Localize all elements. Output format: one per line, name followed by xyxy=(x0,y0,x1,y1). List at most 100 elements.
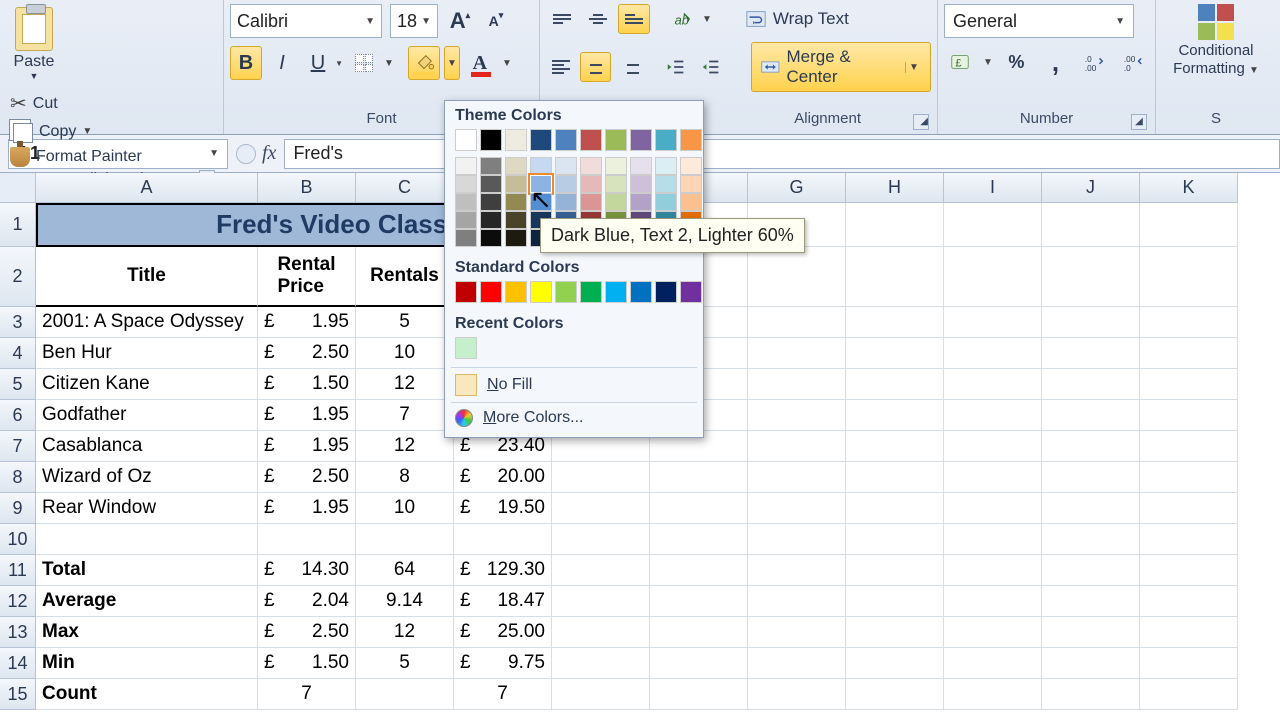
orientation-button[interactable]: ab xyxy=(666,4,698,34)
color-swatch[interactable] xyxy=(455,193,477,211)
formula-input[interactable]: Fred's xyxy=(284,139,1280,169)
align-top-button[interactable] xyxy=(546,4,578,34)
color-swatch[interactable] xyxy=(455,211,477,229)
color-swatch[interactable] xyxy=(505,229,527,247)
align-bottom-button[interactable] xyxy=(618,4,650,34)
font-size-combo[interactable]: 18 ▼ xyxy=(390,4,438,38)
no-fill-item[interactable]: No Fill xyxy=(445,370,703,400)
color-swatch[interactable] xyxy=(630,175,652,193)
color-swatch[interactable] xyxy=(455,129,477,151)
grow-font-button[interactable]: A▴ xyxy=(446,6,474,36)
decrease-decimal-button[interactable]: .00.0 xyxy=(1118,46,1149,78)
color-swatch[interactable] xyxy=(555,157,577,175)
percent-button[interactable]: % xyxy=(1001,46,1032,78)
color-swatch[interactable] xyxy=(605,281,627,303)
col-header[interactable]: G xyxy=(748,173,846,203)
more-colors-item[interactable]: More Colors... xyxy=(445,405,703,431)
color-swatch[interactable] xyxy=(455,175,477,193)
color-swatch[interactable] xyxy=(455,229,477,247)
color-swatch[interactable] xyxy=(630,157,652,175)
color-swatch[interactable] xyxy=(655,281,677,303)
color-swatch[interactable] xyxy=(605,193,627,211)
align-left-button[interactable] xyxy=(546,52,576,82)
color-swatch[interactable] xyxy=(505,129,527,151)
color-swatch[interactable] xyxy=(555,129,577,151)
color-swatch[interactable] xyxy=(505,193,527,211)
underline-button[interactable]: U▼ xyxy=(302,46,334,80)
col-header[interactable]: H xyxy=(846,173,944,203)
col-header[interactable]: A xyxy=(36,173,258,203)
bold-button[interactable]: B xyxy=(230,46,262,80)
color-swatch[interactable] xyxy=(480,175,502,193)
color-swatch[interactable] xyxy=(680,157,702,175)
decrease-indent-button[interactable] xyxy=(661,52,691,82)
color-swatch[interactable] xyxy=(505,175,527,193)
color-swatch[interactable] xyxy=(630,281,652,303)
merge-dropdown-icon[interactable]: ▼ xyxy=(905,62,922,73)
color-swatch[interactable] xyxy=(555,193,577,211)
font-color-dropdown[interactable]: ▼ xyxy=(500,58,514,69)
fx-icon[interactable]: fx xyxy=(262,142,276,165)
alignment-launcher[interactable]: ◢ xyxy=(913,114,929,130)
color-swatch[interactable] xyxy=(455,337,477,359)
fill-color-dropdown[interactable]: ▼ xyxy=(444,46,460,80)
color-swatch[interactable] xyxy=(530,281,552,303)
col-header[interactable]: I xyxy=(944,173,1042,203)
orientation-dropdown-icon[interactable]: ▼ xyxy=(702,14,712,25)
color-swatch[interactable] xyxy=(680,175,702,193)
col-header[interactable]: J xyxy=(1042,173,1140,203)
color-swatch[interactable] xyxy=(555,175,577,193)
comma-button[interactable]: , xyxy=(1040,46,1071,78)
paste-button[interactable]: Paste ▼ xyxy=(6,4,62,84)
color-swatch[interactable] xyxy=(530,175,552,193)
cut-button[interactable]: ✂ Cut xyxy=(6,90,217,117)
color-swatch[interactable] xyxy=(480,157,502,175)
color-swatch[interactable] xyxy=(455,281,477,303)
color-swatch[interactable] xyxy=(655,175,677,193)
merge-center-button[interactable]: Merge & Center ▼ xyxy=(751,42,931,92)
color-swatch[interactable] xyxy=(605,157,627,175)
color-swatch[interactable] xyxy=(480,281,502,303)
col-header[interactable]: B xyxy=(258,173,356,203)
copy-button[interactable]: Copy ▼ xyxy=(6,119,217,144)
color-swatch[interactable] xyxy=(480,129,502,151)
color-swatch[interactable] xyxy=(530,193,552,211)
font-color-button[interactable]: A xyxy=(464,46,496,80)
increase-decimal-button[interactable]: .0.00 xyxy=(1079,46,1110,78)
color-swatch[interactable] xyxy=(630,129,652,151)
font-name-combo[interactable]: Calibri ▼ xyxy=(230,4,382,38)
color-swatch[interactable] xyxy=(630,193,652,211)
number-format-combo[interactable]: General ▼ xyxy=(944,4,1134,38)
align-middle-button[interactable] xyxy=(582,4,614,34)
color-swatch[interactable] xyxy=(480,211,502,229)
color-swatch[interactable] xyxy=(480,193,502,211)
color-swatch[interactable] xyxy=(580,129,602,151)
cancel-icon[interactable] xyxy=(236,144,256,164)
color-swatch[interactable] xyxy=(530,157,552,175)
accounting-format-button[interactable]: £ xyxy=(944,46,975,78)
color-swatch[interactable] xyxy=(655,157,677,175)
color-swatch[interactable] xyxy=(680,193,702,211)
accounting-dropdown-icon[interactable]: ▼ xyxy=(983,57,993,68)
color-swatch[interactable] xyxy=(580,281,602,303)
shrink-font-button[interactable]: A▾ xyxy=(482,6,510,36)
borders-button[interactable] xyxy=(348,46,380,80)
color-swatch[interactable] xyxy=(680,281,702,303)
wrap-text-button[interactable]: Wrap Text xyxy=(738,5,856,33)
color-swatch[interactable] xyxy=(580,193,602,211)
color-swatch[interactable] xyxy=(680,129,702,151)
col-header[interactable]: C xyxy=(356,173,454,203)
color-swatch[interactable] xyxy=(605,175,627,193)
number-launcher[interactable]: ◢ xyxy=(1131,114,1147,130)
color-swatch[interactable] xyxy=(505,281,527,303)
color-swatch[interactable] xyxy=(580,175,602,193)
color-swatch[interactable] xyxy=(505,157,527,175)
color-swatch[interactable] xyxy=(605,129,627,151)
align-right-button[interactable] xyxy=(615,52,645,82)
color-swatch[interactable] xyxy=(480,229,502,247)
color-swatch[interactable] xyxy=(555,281,577,303)
conditional-formatting-button[interactable]: ConditionalFormatting ▼ xyxy=(1162,4,1270,80)
color-swatch[interactable] xyxy=(655,129,677,151)
col-header[interactable]: K xyxy=(1140,173,1238,203)
color-swatch[interactable] xyxy=(580,157,602,175)
